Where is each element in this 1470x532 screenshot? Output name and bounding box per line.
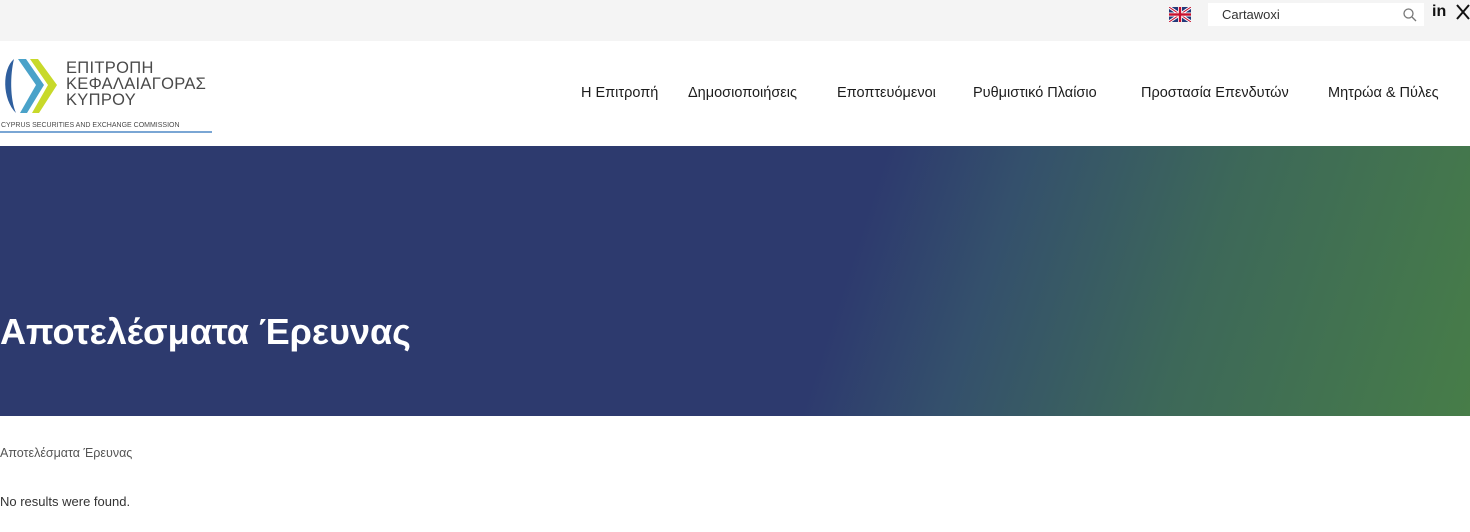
uk-flag-icon[interactable] <box>1169 7 1191 22</box>
nav-item-investor-protection[interactable]: Προστασία Επενδυτών <box>1141 85 1289 101</box>
x-twitter-icon[interactable] <box>1456 4 1470 20</box>
search-input[interactable] <box>1208 3 1398 26</box>
search-icon[interactable] <box>1401 6 1419 24</box>
nav-item-supervised[interactable]: Εποπτευόμενοι <box>837 85 936 101</box>
main-navigation: Η Επιτροπή Δημοσιοποιήσεις Εποπτευόμενοι… <box>0 41 1470 146</box>
site-header: ΕΠΙΤΡΟΠΗ ΚΕΦΑΛΑΙΑΓΟΡΑΣ ΚΥΠΡΟΥ CYPRUS SEC… <box>0 41 1470 146</box>
top-utility-bar: in <box>0 0 1470 41</box>
breadcrumb: Αποτελέσματα Έρευνας <box>0 446 133 460</box>
nav-item-registries-portals[interactable]: Μητρώα & Πύλες <box>1328 85 1439 101</box>
search-box <box>1208 3 1424 26</box>
nav-item-regulatory-framework[interactable]: Ρυθμιστικό Πλαίσιο <box>973 85 1097 101</box>
hero-banner: Αποτελέσματα Έρευνας <box>0 146 1470 416</box>
no-results-message: No results were found. <box>0 494 131 509</box>
nav-item-publications[interactable]: Δημοσιοποιήσεις <box>688 85 797 101</box>
linkedin-icon[interactable]: in <box>1432 3 1446 21</box>
nav-item-committee[interactable]: Η Επιτροπή <box>581 85 658 101</box>
page-title: Αποτελέσματα Έρευνας <box>0 311 411 352</box>
